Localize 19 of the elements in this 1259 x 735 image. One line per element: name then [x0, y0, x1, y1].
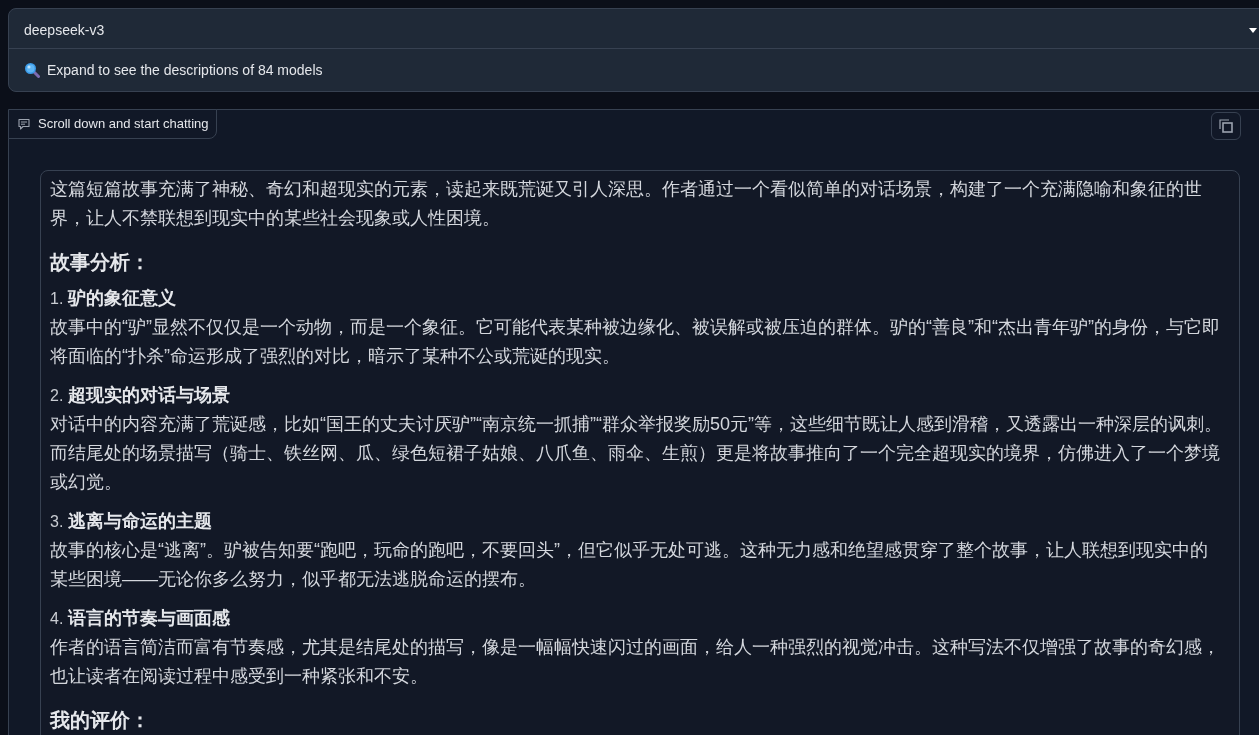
- model-dropdown[interactable]: deepseek-v3: [9, 9, 1259, 49]
- list-item-paragraph: 对话中的内容充满了荒诞感，比如“国王的丈夫讨厌驴”“南京统一抓捕”“群众举报奖励50元”等，这些细节既让人感到滑稽，又透露出一种深层的讽刺。而结尾处的场景描写（骑士、铁丝网、瓜、绿色短裙子姑娘、八爪鱼、雨伞、生煎）更是将故事推向了一个完全超现实的境界，仿佛进入了一个梦境或幻觉。: [50, 413, 1223, 494]
- accordion-toggle[interactable]: Expand to see the descriptions of 84 models: [9, 49, 1259, 91]
- list-item-paragraph: 故事的核心是“逃离”。驴被告知要“跑吧，玩命的跑吧，不要回头”，但它似乎无处可逃。这种无力感和绝望感贯穿了整个故事，让人联想到现实中的某些困境——无论你多么努力，似乎都无法逃脱命运的摆布。: [50, 539, 1209, 591]
- list-item-title: 2. 超现实的对话与场景: [50, 384, 231, 407]
- chat-icon: [18, 118, 30, 130]
- message-heading: 我的评价：: [50, 708, 151, 733]
- magnifier-icon: [24, 62, 40, 78]
- list-item-title: 3. 逃离与命运的主题: [50, 510, 213, 533]
- list-item-title: 1. 驴的象征意义: [50, 287, 177, 310]
- message-heading: 故事分析：: [50, 250, 151, 275]
- list-item-title: 4. 语言的节奏与画面感: [50, 607, 231, 630]
- list-item-paragraph: 作者的语言简洁而富有节奏感，尤其是结尾处的描写，像是一幅幅快速闪过的画面，给人一种强烈的视觉冲击。这种写法不仅增强了故事的奇幻感，也让读者在阅读过程中感受到一种紧张和不安。: [50, 636, 1221, 688]
- chatbot-label: Scroll down and start chatting: [38, 115, 209, 134]
- caret-down-icon: [1249, 27, 1257, 33]
- copy-icon: [1219, 119, 1233, 133]
- copy-button[interactable]: [1211, 112, 1241, 140]
- message-paragraph: 这篇短篇故事充满了神秘、奇幻和超现实的元素，读起来既荒诞又引人深思。作者通过一个看似简单的对话场景，构建了一个充满隐喻和象征的世界，让人不禁联想到现实中的某些社会现象或人性困境。: [50, 178, 1203, 230]
- list-item-paragraph: 故事中的“驴”显然不仅仅是一个动物，而是一个象征。它可能代表某种被边缘化、被误解或被压迫的群体。驴的“善良”和“杰出青年驴”的身份，与它即将面临的“扑杀”命运形成了强烈的对比，暗示了某种不公或荒诞的现实。: [50, 316, 1221, 368]
